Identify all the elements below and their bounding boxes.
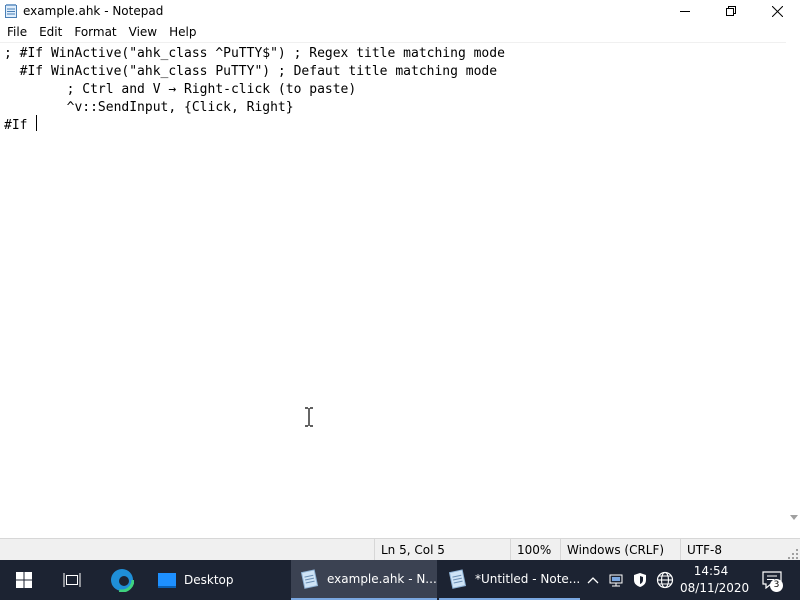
vertical-scrollbar[interactable] bbox=[786, 42, 800, 537]
taskbar-app-example-ahk[interactable]: example.ahk - N... bbox=[291, 560, 437, 600]
taskbar-app-label: *Untitled - Note... bbox=[474, 572, 580, 586]
menu-edit[interactable]: Edit bbox=[33, 23, 68, 42]
defender-icon bbox=[634, 573, 646, 587]
encoding: UTF-8 bbox=[680, 539, 786, 561]
restore-button[interactable] bbox=[708, 0, 754, 22]
windows-logo-icon bbox=[16, 572, 32, 588]
taskbar-app-desktop[interactable]: Desktop bbox=[148, 560, 291, 600]
edge-icon bbox=[110, 568, 134, 592]
editor-line-1: ; #If WinActive("ahk_class ^PuTTY$") ; R… bbox=[4, 46, 505, 61]
status-bar: Ln 5, Col 5 100% Windows (CRLF) UTF-8 bbox=[0, 538, 800, 561]
maximize-icon bbox=[726, 6, 736, 16]
close-button[interactable] bbox=[754, 0, 800, 22]
editor-line-4: ^v::SendInput, {Click, Right} bbox=[4, 100, 294, 115]
window-title: example.ahk - Notepad bbox=[23, 4, 164, 18]
minimize-icon bbox=[680, 11, 690, 12]
editor-line-5: #If bbox=[4, 118, 36, 133]
notification-count-badge: 3 bbox=[770, 579, 783, 592]
text-caret bbox=[36, 115, 37, 131]
minimize-button[interactable] bbox=[662, 0, 708, 22]
taskbar-app-label: example.ahk - N... bbox=[327, 572, 437, 586]
globe-icon bbox=[656, 571, 674, 589]
language-tray-button[interactable] bbox=[654, 560, 676, 600]
menu-view[interactable]: View bbox=[123, 23, 163, 42]
editor-line-2: #If WinActive("ahk_class PuTTY") ; Defau… bbox=[4, 64, 498, 79]
start-button[interactable] bbox=[0, 560, 48, 600]
notepad-icon bbox=[301, 569, 319, 589]
menu-help[interactable]: Help bbox=[163, 23, 202, 42]
notepad-icon bbox=[5, 4, 17, 18]
notepad-icon bbox=[449, 569, 467, 589]
task-view-button[interactable] bbox=[48, 560, 96, 600]
ibeam-cursor-icon bbox=[305, 407, 313, 427]
text-editor[interactable]: ; #If WinActive("ahk_class ^PuTTY$") ; R… bbox=[0, 42, 786, 538]
close-icon bbox=[771, 5, 783, 17]
desktop-icon bbox=[158, 573, 176, 588]
cursor-position: Ln 5, Col 5 bbox=[374, 539, 510, 561]
system-clock[interactable]: 14:54 08/11/2020 bbox=[680, 563, 750, 597]
clock-date: 08/11/2020 bbox=[680, 581, 750, 595]
taskbar-app-untitled[interactable]: *Untitled - Note... bbox=[439, 560, 580, 600]
edge-taskbar-button[interactable] bbox=[96, 560, 148, 600]
taskbar: Desktop example.ahk - N... *Untitled - N… bbox=[0, 560, 800, 600]
line-endings: Windows (CRLF) bbox=[560, 539, 680, 561]
menu-format[interactable]: Format bbox=[68, 23, 122, 42]
show-hidden-icons-button[interactable] bbox=[584, 560, 602, 600]
network-icon bbox=[609, 574, 623, 587]
taskbar-app-label: Desktop bbox=[184, 573, 234, 587]
resize-grip-icon[interactable] bbox=[788, 549, 798, 559]
scroll-down-arrow-icon[interactable] bbox=[790, 515, 798, 520]
editor-line-3: ; Ctrl and V → Right-click (to paste) bbox=[4, 82, 357, 97]
task-view-icon bbox=[63, 573, 81, 587]
chevron-up-icon bbox=[587, 577, 599, 584]
security-tray-button[interactable] bbox=[630, 560, 650, 600]
network-tray-button[interactable] bbox=[606, 560, 626, 600]
title-bar: example.ahk - Notepad bbox=[0, 0, 800, 22]
zoom-level: 100% bbox=[510, 539, 560, 561]
clock-time: 14:54 bbox=[693, 564, 729, 578]
menu-file[interactable]: File bbox=[0, 23, 33, 42]
menu-bar: File Edit Format View Help bbox=[0, 23, 800, 42]
